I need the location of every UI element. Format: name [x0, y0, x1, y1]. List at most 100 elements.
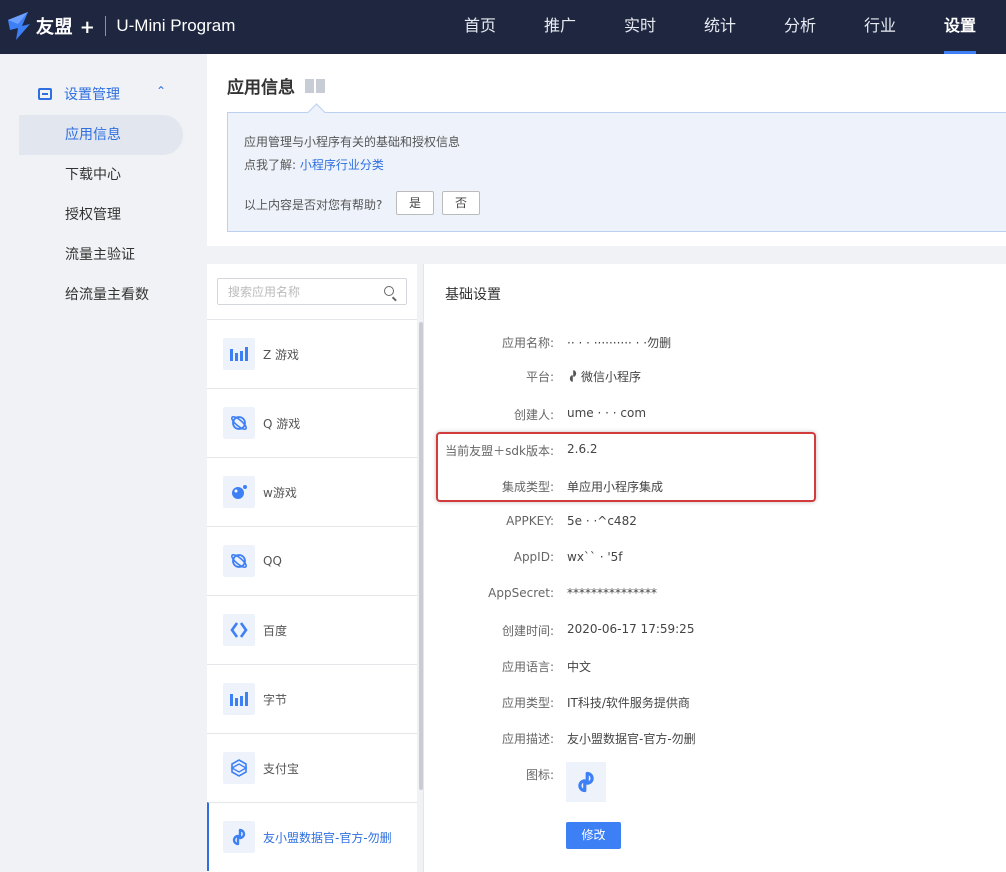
app-name: 字节 [263, 692, 288, 707]
app-name: Q 游戏 [263, 416, 301, 431]
field-label: AppSecret: [488, 586, 554, 600]
sidebar-group-settings[interactable]: 设置管理 ⌃ [38, 84, 166, 104]
sidebar-item-traffic-share[interactable]: 给流量主看数 [19, 275, 183, 315]
field-value: 5e · ·^c482 [567, 514, 637, 528]
helpful-no-button[interactable]: 否 [442, 191, 480, 215]
app-list-item[interactable]: Z 游戏 [207, 319, 417, 388]
top-nav-bar: 友盟 + U-Mini Program 首页 推广 实时 统计 分析 行业 设置 [0, 0, 1006, 54]
field-description: 应用描述: 友小盟数据官-官方-勿删 [424, 730, 1006, 750]
bubble-icon [223, 476, 255, 508]
field-appsecret: AppSecret: *************** [424, 586, 1006, 606]
field-label: APPKEY: [506, 514, 554, 528]
field-icon: 图标: [424, 766, 1006, 786]
basic-settings-panel: 基础设置 应用名称: ·· · · ·········· · ·勿删 平台: 微… [423, 264, 1006, 872]
helpful-question: 以上内容是否对您有帮助? [244, 198, 383, 212]
app-list-item[interactable]: 支付宝 [207, 733, 417, 802]
section-title: 基础设置 [445, 287, 501, 303]
app-search [217, 278, 407, 305]
app-list-item[interactable]: 字节 [207, 664, 417, 733]
field-value: wx`` · '5f [567, 550, 623, 564]
field-label: 平台: [525, 370, 554, 384]
help-description: 应用管理与小程序有关的基础和授权信息 [244, 135, 461, 149]
settings-list-icon [38, 88, 52, 100]
chevrons-icon [223, 614, 255, 646]
field-value: IT科技/软件服务提供商 [567, 696, 690, 710]
field-value-wrap: 微信小程序 [567, 368, 641, 385]
app-name: QQ [263, 554, 282, 568]
search-icon[interactable] [384, 286, 394, 296]
nav-promotion[interactable]: 推广 [520, 0, 600, 54]
field-value: ·· · · ·········· · ·勿删 [567, 336, 672, 350]
field-value: 2020-06-17 17:59:25 [567, 622, 695, 636]
field-value: 微信小程序 [581, 370, 642, 384]
edit-button[interactable]: 修改 [566, 822, 621, 849]
nav-statistics[interactable]: 统计 [680, 0, 760, 54]
nav-analysis[interactable]: 分析 [760, 0, 840, 54]
sidebar-item-traffic-verify[interactable]: 流量主验证 [19, 235, 183, 275]
field-language: 应用语言: 中文 [424, 658, 1006, 678]
field-appkey: APPKEY: 5e · ·^c482 [424, 514, 1006, 534]
nav-realtime[interactable]: 实时 [600, 0, 680, 54]
planet-icon [223, 407, 255, 439]
app-info-panel: 应用信息 应用管理与小程序有关的基础和授权信息 点我了解: 小程序行业分类 以上… [207, 54, 1006, 246]
field-label: 应用描述: [501, 732, 554, 746]
field-label: AppID: [513, 550, 554, 564]
nav-industry[interactable]: 行业 [840, 0, 920, 54]
bar-chart-icon [223, 338, 255, 370]
annotation-highlight-box [436, 432, 816, 502]
planet-icon [223, 545, 255, 577]
field-value: 中文 [567, 660, 592, 674]
field-value: ume · · · com [567, 406, 647, 420]
app-list-item[interactable]: Q 游戏 [207, 388, 417, 457]
field-value: *************** [567, 586, 657, 600]
app-list-item[interactable]: w游戏 [207, 457, 417, 526]
field-app-name: 应用名称: ·· · · ·········· · ·勿删 [424, 334, 1006, 354]
sidebar-item-app-info[interactable]: 应用信息 [19, 115, 183, 155]
field-created-time: 创建时间: 2020-06-17 17:59:25 [424, 622, 1006, 642]
field-platform: 平台: 微信小程序 [424, 368, 1006, 388]
app-list-item-active[interactable]: 友小盟数据官-官方-勿删 [207, 802, 417, 871]
link-icon [569, 370, 577, 382]
field-label: 应用语言: [501, 660, 554, 674]
app-name: 友小盟数据官-官方-勿删 [263, 830, 392, 845]
sidebar-item-authorization[interactable]: 授权管理 [19, 195, 183, 235]
field-creator: 创建人: ume · · · com [424, 406, 1006, 426]
app-search-input[interactable] [218, 279, 378, 304]
bar-chart-icon [223, 683, 255, 715]
helpful-yes-button[interactable]: 是 [396, 191, 434, 215]
field-value: 友小盟数据官-官方-勿删 [567, 732, 696, 746]
brand[interactable]: 友盟 + U-Mini Program [6, 10, 235, 42]
field-app-type: 应用类型: IT科技/软件服务提供商 [424, 694, 1006, 714]
link-icon [223, 821, 255, 853]
main-nav: 首页 推广 实时 统计 分析 行业 设置 [440, 0, 1000, 54]
umeng-logo-icon [8, 12, 30, 40]
nav-settings[interactable]: 设置 [920, 0, 1000, 54]
cube-icon [223, 752, 255, 784]
field-label: 应用名称: [501, 336, 554, 350]
help-box: 应用管理与小程序有关的基础和授权信息 点我了解: 小程序行业分类 以上内容是否对… [227, 112, 1006, 232]
field-appid: AppID: wx`` · '5f [424, 550, 1006, 570]
app-logo-icon [566, 762, 606, 802]
help-learn-prefix: 点我了解: [244, 158, 297, 172]
sidebar: 设置管理 ⌃ 应用信息 下载中心 授权管理 流量主验证 给流量主看数 [0, 54, 207, 872]
industry-category-link[interactable]: 小程序行业分类 [300, 158, 384, 172]
field-label: 图标: [525, 768, 554, 782]
app-name: Z 游戏 [263, 347, 300, 362]
app-name: w游戏 [263, 485, 297, 500]
sidebar-group-label: 设置管理 [64, 87, 120, 103]
app-list-item[interactable]: QQ [207, 526, 417, 595]
app-name: 百度 [263, 623, 288, 638]
product-name: U-Mini Program [116, 16, 236, 35]
brand-divider [105, 16, 107, 36]
field-label: 创建人: [513, 408, 554, 422]
app-list-item[interactable]: 百度 [207, 595, 417, 664]
field-label: 应用类型: [501, 696, 554, 710]
app-name: 支付宝 [263, 761, 300, 776]
app-list-panel: Z 游戏 Q 游戏 w游戏 QQ 百度 字节 支付宝 [207, 264, 417, 872]
nav-home[interactable]: 首页 [440, 0, 520, 54]
sidebar-item-download-center[interactable]: 下载中心 [19, 155, 183, 195]
book-icon[interactable] [305, 78, 325, 93]
brand-name: 友盟 + [36, 17, 96, 38]
field-label: 创建时间: [501, 624, 554, 638]
chevron-up-icon: ⌃ [156, 84, 167, 98]
